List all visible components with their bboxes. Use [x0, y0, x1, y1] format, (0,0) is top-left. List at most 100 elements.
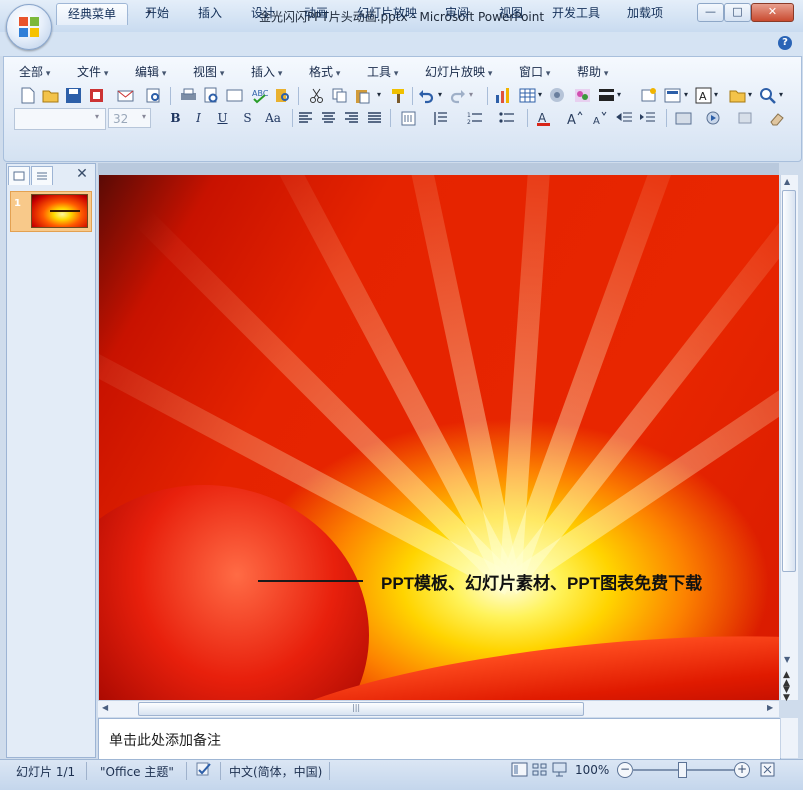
- tab-animations[interactable]: 动画: [296, 3, 336, 24]
- notes-scrollbar[interactable]: [780, 718, 798, 758]
- chevron-down-icon[interactable]: ▾: [142, 112, 146, 121]
- zoom-in-button[interactable]: +: [734, 762, 750, 778]
- slide-sorter-icon[interactable]: [531, 762, 548, 777]
- print-preview-icon[interactable]: [203, 87, 220, 104]
- close-button[interactable]: ✕: [751, 3, 794, 22]
- eraser-icon[interactable]: [768, 110, 785, 127]
- chevron-down-icon[interactable]: ▾: [617, 90, 621, 99]
- menu-window[interactable]: 窗口: [519, 63, 550, 79]
- align-right-icon[interactable]: [343, 110, 360, 127]
- bullets-icon[interactable]: [498, 110, 515, 127]
- shadow-button[interactable]: S: [238, 109, 257, 127]
- next-slide-icon[interactable]: ▼ ▼: [783, 686, 790, 703]
- animation-icon[interactable]: [705, 110, 722, 127]
- zoom-slider-thumb[interactable]: [678, 762, 687, 778]
- tab-insert[interactable]: 插入: [190, 3, 230, 24]
- scroll-down-icon[interactable]: ▼: [784, 655, 790, 664]
- italic-button[interactable]: I: [189, 109, 208, 127]
- increase-indent-icon[interactable]: [639, 110, 656, 127]
- horizontal-scroll-thumb[interactable]: [138, 702, 584, 716]
- chevron-down-icon[interactable]: ▾: [714, 90, 718, 99]
- undo-icon[interactable]: [418, 87, 435, 104]
- paste-icon[interactable]: [354, 87, 371, 104]
- help-icon[interactable]: ?: [778, 36, 792, 50]
- shape-fill-icon[interactable]: [737, 110, 754, 127]
- zoom-icon[interactable]: [759, 87, 776, 104]
- font-name-combo[interactable]: [14, 108, 106, 130]
- slideshow-view-icon[interactable]: [551, 762, 568, 777]
- menu-view[interactable]: 视图: [193, 63, 224, 79]
- new-file-icon[interactable]: [19, 87, 36, 104]
- tab-design[interactable]: 设计: [243, 3, 283, 24]
- spelling-icon[interactable]: ABC: [251, 87, 268, 104]
- attach-icon[interactable]: [145, 87, 162, 104]
- chevron-down-icon[interactable]: ▾: [438, 90, 442, 99]
- save-icon[interactable]: [65, 87, 82, 104]
- tab-outline[interactable]: [31, 166, 53, 185]
- office-button[interactable]: [6, 4, 52, 50]
- cut-icon[interactable]: [308, 87, 325, 104]
- new-slide-icon[interactable]: [640, 87, 657, 104]
- menu-all[interactable]: 全部: [19, 63, 50, 79]
- slide-layout-icon[interactable]: [226, 87, 243, 104]
- fit-to-window-icon[interactable]: [760, 762, 775, 777]
- mail-icon[interactable]: [117, 87, 134, 104]
- slide-design-icon[interactable]: [675, 110, 692, 127]
- shrink-font-icon[interactable]: A: [590, 110, 607, 127]
- notes-placeholder[interactable]: 单击此处添加备注: [109, 730, 221, 750]
- text-box-icon[interactable]: A: [695, 87, 712, 104]
- menu-format[interactable]: 格式: [309, 63, 340, 79]
- vertical-scroll-thumb[interactable]: [782, 190, 796, 572]
- align-center-icon[interactable]: [320, 110, 337, 127]
- text-direction-icon[interactable]: [400, 110, 417, 127]
- insert-picture-icon[interactable]: [574, 87, 591, 104]
- chevron-down-icon[interactable]: ▾: [377, 90, 381, 99]
- tab-slideshow[interactable]: 幻灯片放映: [350, 3, 424, 24]
- chevron-down-icon[interactable]: ▾: [684, 90, 688, 99]
- close-icon[interactable]: ✕: [74, 166, 90, 182]
- scroll-left-icon[interactable]: ◀: [102, 703, 108, 712]
- minimize-button[interactable]: —: [697, 3, 724, 22]
- menu-edit[interactable]: 编辑: [135, 63, 166, 79]
- slide-headline[interactable]: PPT模板、幻灯片素材、PPT图表免费下载: [381, 569, 702, 594]
- menu-help[interactable]: 帮助: [577, 63, 608, 79]
- scroll-right-icon[interactable]: ▶: [767, 703, 773, 712]
- tab-slides[interactable]: [8, 166, 30, 185]
- tab-developer[interactable]: 开发工具: [545, 3, 607, 24]
- chevron-down-icon[interactable]: ▾: [538, 90, 542, 99]
- menu-file[interactable]: 文件: [77, 63, 108, 79]
- chevron-down-icon[interactable]: ▾: [469, 90, 473, 99]
- scroll-up-icon[interactable]: ▲: [784, 177, 790, 186]
- chevron-down-icon[interactable]: ▾: [779, 90, 783, 99]
- clip-art-icon[interactable]: [549, 87, 566, 104]
- table-icon[interactable]: [519, 87, 536, 104]
- language-status[interactable]: 中文(简体，中国): [229, 763, 322, 780]
- print-icon[interactable]: [180, 87, 197, 104]
- tab-view[interactable]: 视图: [491, 3, 531, 24]
- menu-insert[interactable]: 插入: [251, 63, 282, 79]
- copy-icon[interactable]: [331, 87, 348, 104]
- line-spacing-icon[interactable]: [432, 110, 449, 127]
- slide-canvas[interactable]: PPT模板、幻灯片素材、PPT图表免费下载: [99, 175, 779, 700]
- grow-font-icon[interactable]: A: [566, 110, 583, 127]
- menu-tools[interactable]: 工具: [367, 63, 398, 79]
- research-icon[interactable]: [274, 87, 291, 104]
- bold-button[interactable]: B: [166, 109, 185, 127]
- layout-icon[interactable]: [664, 87, 681, 104]
- align-left-icon[interactable]: [297, 110, 314, 127]
- chevron-down-icon[interactable]: ▾: [95, 112, 99, 121]
- line-style-icon[interactable]: [598, 87, 615, 104]
- format-painter-icon[interactable]: [390, 87, 407, 104]
- zoom-level[interactable]: 100%: [575, 763, 609, 777]
- chart-icon[interactable]: [494, 87, 511, 104]
- change-case-button[interactable]: Aa: [260, 109, 286, 127]
- redo-icon[interactable]: [449, 87, 466, 104]
- tab-classic-menu[interactable]: 经典菜单: [56, 3, 128, 25]
- permission-icon[interactable]: [88, 87, 105, 104]
- tab-review[interactable]: 审阅: [437, 3, 477, 24]
- spell-check-icon[interactable]: [196, 762, 213, 777]
- maximize-button[interactable]: □: [724, 3, 751, 22]
- decrease-indent-icon[interactable]: [616, 110, 633, 127]
- chevron-down-icon[interactable]: ▾: [748, 90, 752, 99]
- normal-view-icon[interactable]: [511, 762, 528, 777]
